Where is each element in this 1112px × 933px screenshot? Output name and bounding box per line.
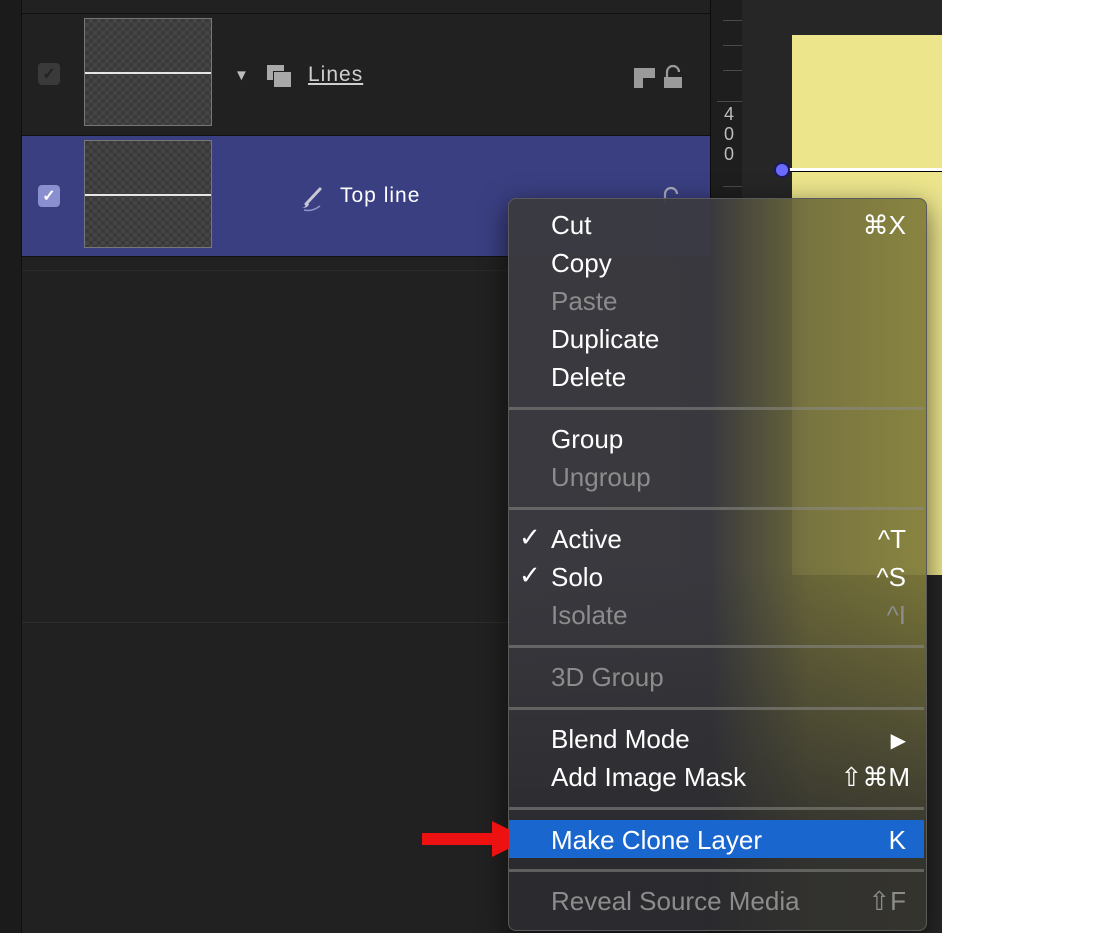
menu-separator <box>509 707 924 710</box>
ruler-label: 4 0 0 <box>723 104 734 164</box>
top-line-shape[interactable] <box>780 168 942 171</box>
menu-item-blend-mode[interactable]: Blend Mode ▶ <box>509 719 924 757</box>
motion-app-window: ✓ ▼ Lines ✓ Top line 4 0 0 Cut ⌘X Copy P… <box>0 0 942 933</box>
left-strip <box>0 0 22 933</box>
menu-item-group[interactable]: Group <box>509 419 924 457</box>
menu-item-delete[interactable]: Delete <box>509 357 924 395</box>
checkmark-icon: ✓ <box>519 522 541 552</box>
menu-separator <box>509 407 924 410</box>
menu-item-paste[interactable]: Paste <box>509 281 924 319</box>
menu-item-duplicate[interactable]: Duplicate <box>509 319 924 357</box>
group-name[interactable]: Lines <box>308 63 363 87</box>
menu-item-cut[interactable]: Cut ⌘X <box>509 205 924 243</box>
menu-item-copy[interactable]: Copy <box>509 243 924 281</box>
layer-thumbnail <box>84 140 212 248</box>
disclosure-triangle-icon[interactable]: ▼ <box>234 67 249 84</box>
submenu-arrow-icon: ▶ <box>890 730 906 752</box>
menu-item-active[interactable]: ✓ Active ^T <box>509 519 924 557</box>
checkmark-icon: ✓ <box>519 560 541 590</box>
lock-icon <box>664 64 682 88</box>
layer-options-icon <box>634 68 655 88</box>
group-row-icons[interactable] <box>632 64 692 90</box>
menu-separator <box>509 807 924 810</box>
context-menu: Cut ⌘X Copy Paste Duplicate Delete Group… <box>508 198 927 931</box>
menu-separator <box>509 869 924 872</box>
group-layers-icon <box>266 64 294 90</box>
group-visibility-checkbox[interactable]: ✓ <box>38 63 60 85</box>
menu-item-ungroup[interactable]: Ungroup <box>509 457 924 495</box>
paint-brush-icon <box>302 187 322 212</box>
layer-name[interactable]: Top line <box>340 184 420 208</box>
menu-item-reveal-source-media[interactable]: Reveal Source Media ⇧F <box>509 881 924 919</box>
menu-item-make-clone-layer[interactable]: Make Clone Layer K <box>509 820 924 858</box>
group-thumbnail <box>84 18 212 126</box>
menu-separator <box>509 645 924 648</box>
shape-handle[interactable] <box>774 162 790 178</box>
menu-item-3d-group[interactable]: 3D Group <box>509 657 924 695</box>
layer-visibility-checkbox[interactable]: ✓ <box>38 185 60 207</box>
layer-row-group[interactable]: ✓ ▼ Lines <box>22 14 710 135</box>
menu-item-solo[interactable]: ✓ Solo ^S <box>509 557 924 595</box>
menu-item-isolate[interactable]: Isolate ^I <box>509 595 924 633</box>
menu-item-add-image-mask[interactable]: Add Image Mask ⇧⌘M <box>509 757 924 795</box>
menu-separator <box>509 507 924 510</box>
